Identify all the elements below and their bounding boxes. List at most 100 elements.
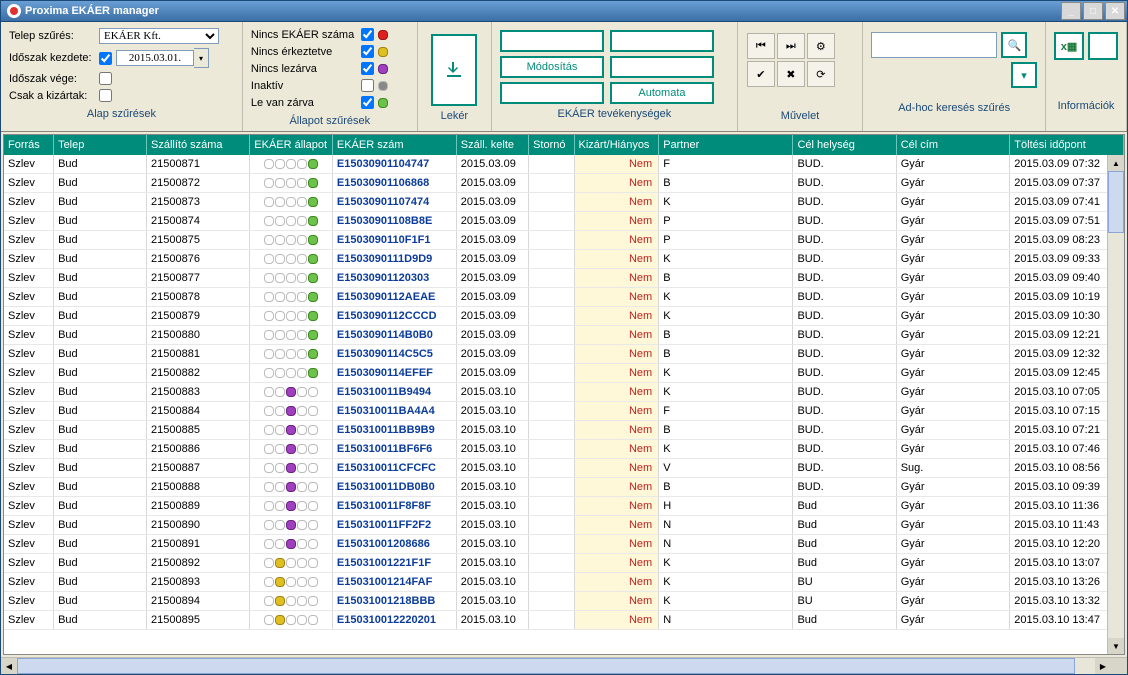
cell: Nem <box>574 611 659 630</box>
activity-btn-4[interactable] <box>610 56 714 78</box>
col-header[interactable]: Töltési időpont <box>1010 135 1124 155</box>
col-header[interactable]: Szállító száma <box>147 135 250 155</box>
nav-last-button[interactable]: ⏭ <box>777 33 805 59</box>
table-row[interactable]: SzlevBud21500884E150310011BA4A42015.03.1… <box>4 402 1124 421</box>
table-row[interactable]: SzlevBud21500892E15031001221F1F2015.03.1… <box>4 554 1124 573</box>
status-dot <box>264 615 274 625</box>
table-row[interactable]: SzlevBud21500889E150310011F8F8F2015.03.1… <box>4 497 1124 516</box>
cell-ekaer: E150310011BA4A4 <box>332 402 456 421</box>
leker-button[interactable] <box>431 34 477 106</box>
activity-btn-2[interactable] <box>610 30 714 52</box>
cell: Bud <box>54 345 147 364</box>
table-row[interactable]: SzlevBud21500893E15031001214FAF2015.03.1… <box>4 573 1124 592</box>
table-row[interactable]: SzlevBud21500886E150310011BF6F62015.03.1… <box>4 440 1124 459</box>
table-row[interactable]: SzlevBud21500874E15030901108B8E2015.03.0… <box>4 212 1124 231</box>
chk-vege[interactable] <box>99 72 112 85</box>
table-row[interactable]: SzlevBud21500879E1503090112CCCD2015.03.0… <box>4 307 1124 326</box>
table-row[interactable]: SzlevBud21500882E1503090114EFEF2015.03.0… <box>4 364 1124 383</box>
table-row[interactable]: SzlevBud21500890E150310011FF2F22015.03.1… <box>4 516 1124 535</box>
cell <box>529 611 574 630</box>
data-grid[interactable]: ForrásTelepSzállító számaEKÁER állapotEK… <box>4 135 1124 654</box>
datepicker-button[interactable]: ▾ <box>194 48 209 68</box>
cell: Bud <box>54 440 147 459</box>
cell: Gyár <box>896 250 1010 269</box>
chk-kizartak[interactable] <box>99 89 112 102</box>
chk-lezarva[interactable] <box>361 96 374 109</box>
resize-grip[interactable] <box>1111 658 1127 674</box>
table-row[interactable]: SzlevBud21500895E1503100122202012015.03.… <box>4 611 1124 630</box>
table-row[interactable]: SzlevBud21500876E1503090111D9D92015.03.0… <box>4 250 1124 269</box>
minimize-button[interactable]: _ <box>1061 2 1081 20</box>
search-button[interactable]: 🔍 <box>1001 32 1027 58</box>
col-header[interactable]: EKÁER állapot <box>250 135 333 155</box>
activity-btn-5[interactable] <box>500 82 604 104</box>
approve-button[interactable]: ✔ <box>747 61 775 87</box>
cell: Gyár <box>896 497 1010 516</box>
automata-button[interactable]: Automata <box>610 82 714 104</box>
col-header[interactable]: Száll. kelte <box>456 135 528 155</box>
table-row[interactable]: SzlevBud21500891E150310012086862015.03.1… <box>4 535 1124 554</box>
modositas-button[interactable]: Módosítás <box>500 56 604 78</box>
activity-btn-1[interactable] <box>500 30 604 52</box>
horizontal-scrollbar[interactable]: ◀ ▶ <box>1 657 1127 674</box>
refresh-button[interactable]: ⟳ <box>807 61 835 87</box>
cell: 21500883 <box>147 383 250 402</box>
cell: Szlev <box>4 345 54 364</box>
cell: BUD. <box>793 345 896 364</box>
scroll-down-arrow[interactable]: ▼ <box>1108 638 1124 654</box>
table-row[interactable]: SzlevBud21500875E1503090110F1F12015.03.0… <box>4 231 1124 250</box>
scroll-up-arrow[interactable]: ▲ <box>1108 155 1124 171</box>
cell <box>529 440 574 459</box>
scroll-left-arrow[interactable]: ◀ <box>1 658 17 674</box>
search-input[interactable] <box>871 32 997 58</box>
table-row[interactable]: SzlevBud21500883E150310011B94942015.03.1… <box>4 383 1124 402</box>
maximize-button[interactable]: □ <box>1083 2 1103 20</box>
status-dot <box>275 539 285 549</box>
info-extra-button[interactable] <box>1088 32 1118 60</box>
input-kezdete[interactable] <box>116 50 194 66</box>
table-row[interactable]: SzlevBud21500872E150309011068682015.03.0… <box>4 174 1124 193</box>
col-header[interactable]: Cél helység <box>793 135 896 155</box>
table-row[interactable]: SzlevBud21500885E150310011BB9B92015.03.1… <box>4 421 1124 440</box>
col-header[interactable]: Kizárt/Hiányos <box>574 135 659 155</box>
cell-status <box>250 193 333 212</box>
col-header[interactable]: Cél cím <box>896 135 1010 155</box>
cell: 21500887 <box>147 459 250 478</box>
chk-nincs-erk[interactable] <box>361 45 374 58</box>
table-row[interactable]: SzlevBud21500888E150310011DB0B02015.03.1… <box>4 478 1124 497</box>
col-header[interactable]: EKÁER szám <box>332 135 456 155</box>
cell: Nem <box>574 174 659 193</box>
export-excel-button[interactable]: x▦ <box>1054 32 1084 60</box>
scroll-right-arrow[interactable]: ▶ <box>1095 658 1111 674</box>
scroll-thumb-h[interactable] <box>17 658 1075 674</box>
status-dot <box>286 311 296 321</box>
settings-button[interactable]: ⚙ <box>807 33 835 59</box>
panel-label-base: Alap szűrések <box>9 104 234 120</box>
col-header[interactable]: Stornó <box>529 135 574 155</box>
chk-nincs-lez[interactable] <box>361 62 374 75</box>
table-row[interactable]: SzlevBud21500877E150309011203032015.03.0… <box>4 269 1124 288</box>
table-row[interactable]: SzlevBud21500887E150310011CFCFC2015.03.1… <box>4 459 1124 478</box>
chk-nincs-ekaer[interactable] <box>361 28 374 41</box>
table-row[interactable]: SzlevBud21500873E150309011074742015.03.0… <box>4 193 1124 212</box>
table-row[interactable]: SzlevBud21500894E15031001218BBB2015.03.1… <box>4 592 1124 611</box>
table-row[interactable]: SzlevBud21500880E1503090114B0B02015.03.0… <box>4 326 1124 345</box>
table-row[interactable]: SzlevBud21500878E1503090112AEAE2015.03.0… <box>4 288 1124 307</box>
vertical-scrollbar[interactable]: ▲ ▼ <box>1107 155 1124 654</box>
filter-button[interactable]: ▾ <box>1011 62 1037 88</box>
reject-button[interactable]: ✖ <box>777 61 805 87</box>
col-header[interactable]: Partner <box>659 135 793 155</box>
titlebar[interactable]: Proxima EKÁER manager _ □ ✕ <box>1 1 1127 22</box>
col-header[interactable]: Forrás <box>4 135 54 155</box>
table-row[interactable]: SzlevBud21500881E1503090114C5C52015.03.0… <box>4 345 1124 364</box>
chk-kezdete[interactable] <box>99 52 112 65</box>
chk-inaktiv[interactable] <box>361 79 374 92</box>
col-header[interactable]: Telep <box>54 135 147 155</box>
status-dot <box>275 463 285 473</box>
scroll-thumb-v[interactable] <box>1108 171 1124 233</box>
table-row[interactable]: SzlevBud21500871E150309011047472015.03.0… <box>4 155 1124 174</box>
cell: Bud <box>54 459 147 478</box>
close-button[interactable]: ✕ <box>1105 2 1125 20</box>
select-telep[interactable]: EKÁER Kft. <box>99 28 219 44</box>
nav-first-button[interactable]: ⏮ <box>747 33 775 59</box>
